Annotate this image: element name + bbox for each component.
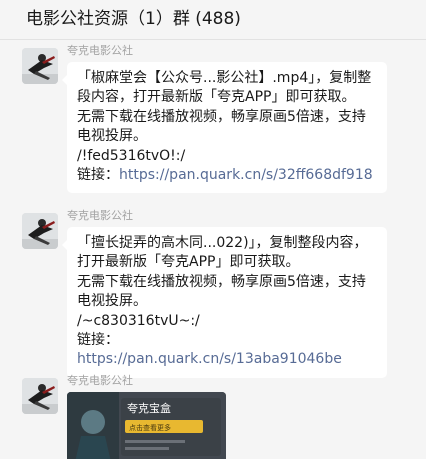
message-text: 无需下载在线播放视频，畅享原画5倍速，支持电视投屏。 bbox=[77, 108, 366, 145]
link-label: 链接： bbox=[77, 332, 119, 349]
avatar[interactable] bbox=[22, 48, 58, 84]
sender-name: 夸克电影公社 bbox=[67, 44, 133, 57]
message-text: /!fed5316tvO!:/ bbox=[77, 147, 186, 164]
link-label: 链接： bbox=[77, 167, 119, 184]
link-row: 链接： https://pan.quark.cn/s/13aba91046be bbox=[77, 331, 377, 370]
message-bubble[interactable]: 「擅长捉弄的高木同...022)」，复制整段内容，打开最新版「夸克APP」即可获… bbox=[62, 227, 387, 378]
message-text: /~c830316tvU~:/ bbox=[77, 312, 200, 329]
sender-name: 夸克电影公社 bbox=[67, 209, 133, 222]
share-link[interactable]: https://pan.quark.cn/s/32ff668df918 bbox=[119, 167, 373, 183]
avatar[interactable] bbox=[22, 378, 58, 414]
message-bubble[interactable]: 「椒麻堂会【公众号...影公社】.mp4」，复制整段内容，打开最新版「夸克APP… bbox=[62, 62, 387, 194]
message-list[interactable]: 夸克电影公社 「椒麻堂会【公众号...影公社】.mp4」，复制整段内容，打开最新… bbox=[0, 40, 426, 459]
message-text: 无需下载在线播放视频，畅享原画5倍速，支持电视投屏。 bbox=[77, 273, 366, 310]
sender-name: 夸克电影公社 bbox=[67, 374, 133, 387]
image-message[interactable]: 夸克宝盒 点击查看更多 bbox=[67, 392, 226, 459]
chat-title: 电影公社资源（1）群 (488) bbox=[26, 9, 241, 29]
share-link[interactable]: https://pan.quark.cn/s/13aba91046be bbox=[77, 351, 342, 367]
message-text: 「擅长捉弄的高木同...022)」，复制整段内容，打开最新版「夸克APP」即可获… bbox=[77, 235, 368, 271]
message-text: 「椒麻堂会【公众号...影公社】.mp4」，复制整段内容，打开最新版「夸克APP… bbox=[77, 70, 372, 106]
link-row: 链接：https://pan.quark.cn/s/32ff668df918 bbox=[77, 166, 377, 185]
image-caption: 夸克宝盒 bbox=[127, 401, 171, 415]
chat-header: 电影公社资源（1）群 (488) bbox=[0, 0, 426, 40]
image-tag: 点击查看更多 bbox=[129, 423, 171, 432]
avatar[interactable] bbox=[22, 213, 58, 249]
image-thumbnail: 夸克宝盒 点击查看更多 bbox=[67, 392, 226, 459]
